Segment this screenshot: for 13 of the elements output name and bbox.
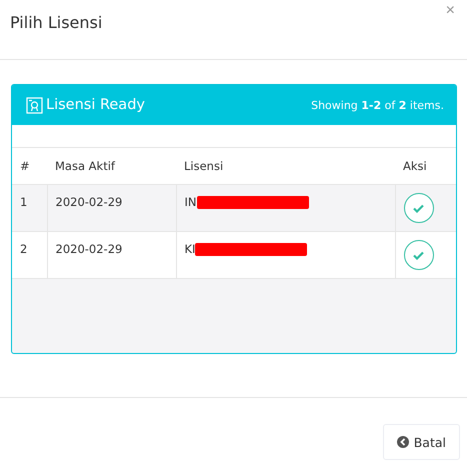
license-text: KI bbox=[184, 242, 196, 256]
table-cell: 2 bbox=[12, 232, 47, 278]
select-button[interactable] bbox=[404, 193, 434, 223]
dialog-title: Pilih Lisensi bbox=[10, 13, 102, 32]
items-summary: Showing 1-2 of 2 items. bbox=[311, 98, 444, 112]
table-cell: 2020-02-29 bbox=[47, 232, 176, 278]
check-icon bbox=[413, 204, 424, 212]
license-text: IN bbox=[184, 195, 196, 209]
select-button[interactable] bbox=[404, 240, 434, 270]
certificate-icon bbox=[26, 96, 43, 114]
check-icon bbox=[413, 250, 424, 260]
cancel-button[interactable]: Batal bbox=[382, 424, 460, 460]
panel-title: Lisensi Ready bbox=[46, 97, 145, 113]
